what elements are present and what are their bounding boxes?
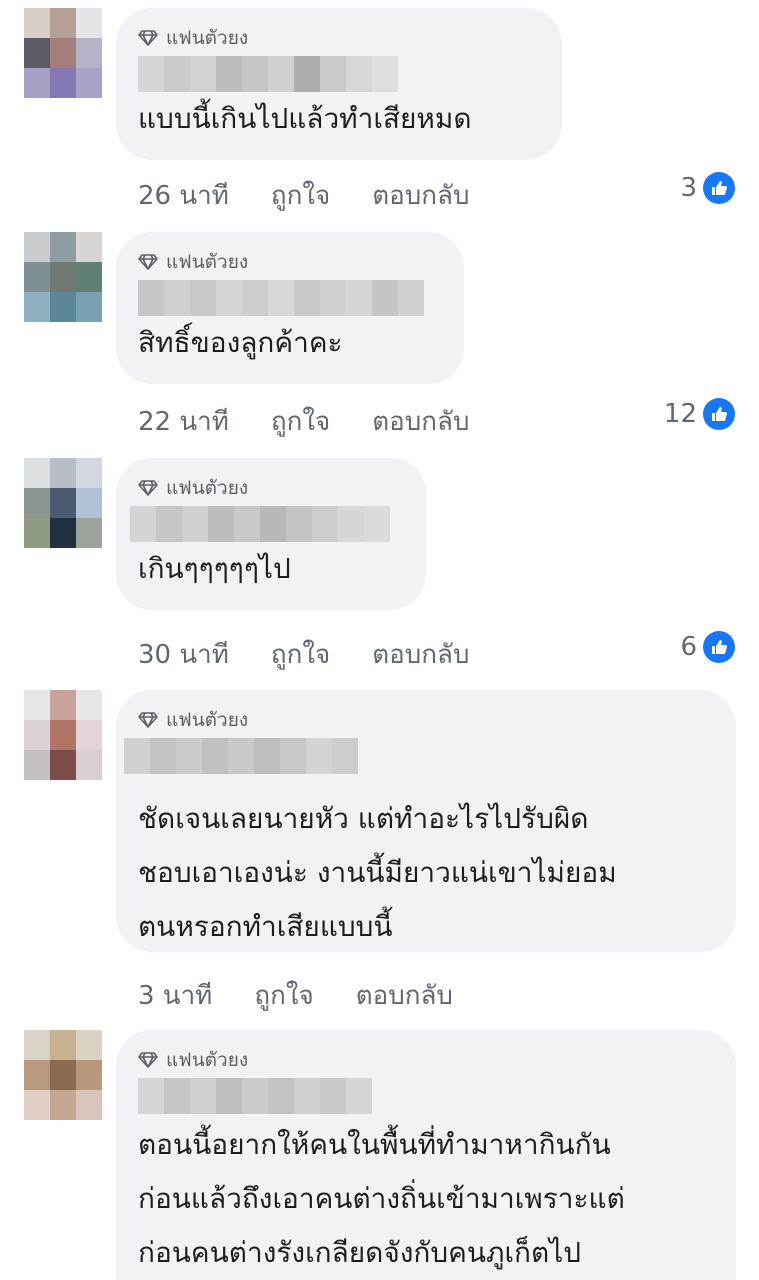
- badge-label: แฟนตัวยง: [166, 477, 249, 499]
- avatar[interactable]: [24, 8, 102, 98]
- comment-bubble: แฟนตัวยง เกินๆๆๆๆๆไป: [116, 458, 426, 610]
- reaction-summary[interactable]: 12: [664, 394, 735, 434]
- commenter-name-blurred[interactable]: [138, 280, 440, 316]
- comment-actions: 30 นาที ถูกใจ ตอบกลับ: [138, 634, 469, 674]
- reaction-count: 3: [680, 173, 697, 203]
- reply-link[interactable]: ตอบกลับ: [356, 975, 453, 1016]
- reply-link[interactable]: ตอบกลับ: [372, 175, 469, 216]
- avatar[interactable]: [24, 1030, 102, 1120]
- like-link[interactable]: ถูกใจ: [271, 634, 330, 675]
- avatar[interactable]: [24, 458, 102, 548]
- comment-time[interactable]: 30 นาที: [138, 634, 229, 675]
- diamond-icon: [138, 254, 158, 270]
- reaction-summary[interactable]: 3: [680, 168, 735, 208]
- reaction-summary[interactable]: 6: [680, 627, 735, 667]
- comment-actions: 26 นาที ถูกใจ ตอบกลับ: [138, 175, 469, 215]
- badge-label: แฟนตัวยง: [166, 251, 249, 273]
- commenter-name-blurred[interactable]: [138, 56, 538, 92]
- commenter-name-blurred[interactable]: [124, 738, 712, 774]
- diamond-icon: [138, 480, 158, 496]
- badge-label: แฟนตัวยง: [166, 709, 249, 731]
- diamond-icon: [138, 1052, 158, 1068]
- badge-label: แฟนตัวยง: [166, 27, 249, 49]
- reaction-count: 6: [680, 632, 697, 662]
- commenter-name-blurred[interactable]: [130, 506, 402, 542]
- comment-text: ชัดเจนเลยนายหัว แต่ทำอะไรไปรับผิด ชอบเอา…: [138, 802, 617, 943]
- comment-actions: 3 นาที ถูกใจ ตอบกลับ: [138, 975, 453, 1015]
- comment-actions: 22 นาที ถูกใจ ตอบกลับ: [138, 401, 469, 441]
- comment-bubble: แฟนตัวยง สิทธิ์ของลูกค้าคะ: [116, 232, 464, 384]
- avatar[interactable]: [24, 690, 102, 780]
- like-thumb-icon: [703, 172, 735, 204]
- comment-bubble: แฟนตัวยง แบบนี้เกินไปแล้วทำเสียหมด: [116, 8, 562, 160]
- diamond-icon: [138, 30, 158, 46]
- comment-time[interactable]: 22 นาที: [138, 401, 229, 442]
- reply-link[interactable]: ตอบกลับ: [372, 401, 469, 442]
- top-fan-badge: แฟนตัวยง: [138, 24, 538, 52]
- comment-bubble: แฟนตัวยง ชัดเจนเลยนายหัว แต่ทำอะไรไปรับผ…: [116, 690, 736, 952]
- top-fan-badge: แฟนตัวยง: [138, 706, 712, 734]
- comment-feed: แฟนตัวยง แบบนี้เกินไปแล้วทำเสียหมด 26 นา…: [0, 0, 759, 1280]
- top-fan-badge: แฟนตัวยง: [138, 474, 402, 502]
- top-fan-badge: แฟนตัวยง: [138, 248, 440, 276]
- like-thumb-icon: [703, 631, 735, 663]
- comment-text: เกินๆๆๆๆๆไป: [138, 552, 291, 585]
- like-thumb-icon: [703, 398, 735, 430]
- reaction-count: 12: [663, 399, 697, 429]
- like-link[interactable]: ถูกใจ: [254, 975, 313, 1016]
- comment-time[interactable]: 26 นาที: [138, 175, 229, 216]
- diamond-icon: [138, 712, 158, 728]
- commenter-name-blurred[interactable]: [138, 1078, 712, 1114]
- top-fan-badge: แฟนตัวยง: [138, 1046, 712, 1074]
- comment-time[interactable]: 3 นาที: [138, 975, 212, 1016]
- like-link[interactable]: ถูกใจ: [271, 175, 330, 216]
- comment-text: ตอนนี้อยากให้คนในพื้นที่ทำมาหากินกัน ก่อ…: [138, 1128, 625, 1269]
- reply-link[interactable]: ตอบกลับ: [372, 634, 469, 675]
- comment-bubble: แฟนตัวยง ตอนนี้อยากให้คนในพื้นที่ทำมาหาก…: [116, 1030, 736, 1280]
- avatar[interactable]: [24, 232, 102, 322]
- badge-label: แฟนตัวยง: [166, 1049, 249, 1071]
- comment-text: แบบนี้เกินไปแล้วทำเสียหมด: [138, 102, 472, 135]
- like-link[interactable]: ถูกใจ: [271, 401, 330, 442]
- comment-text: สิทธิ์ของลูกค้าคะ: [138, 326, 343, 359]
